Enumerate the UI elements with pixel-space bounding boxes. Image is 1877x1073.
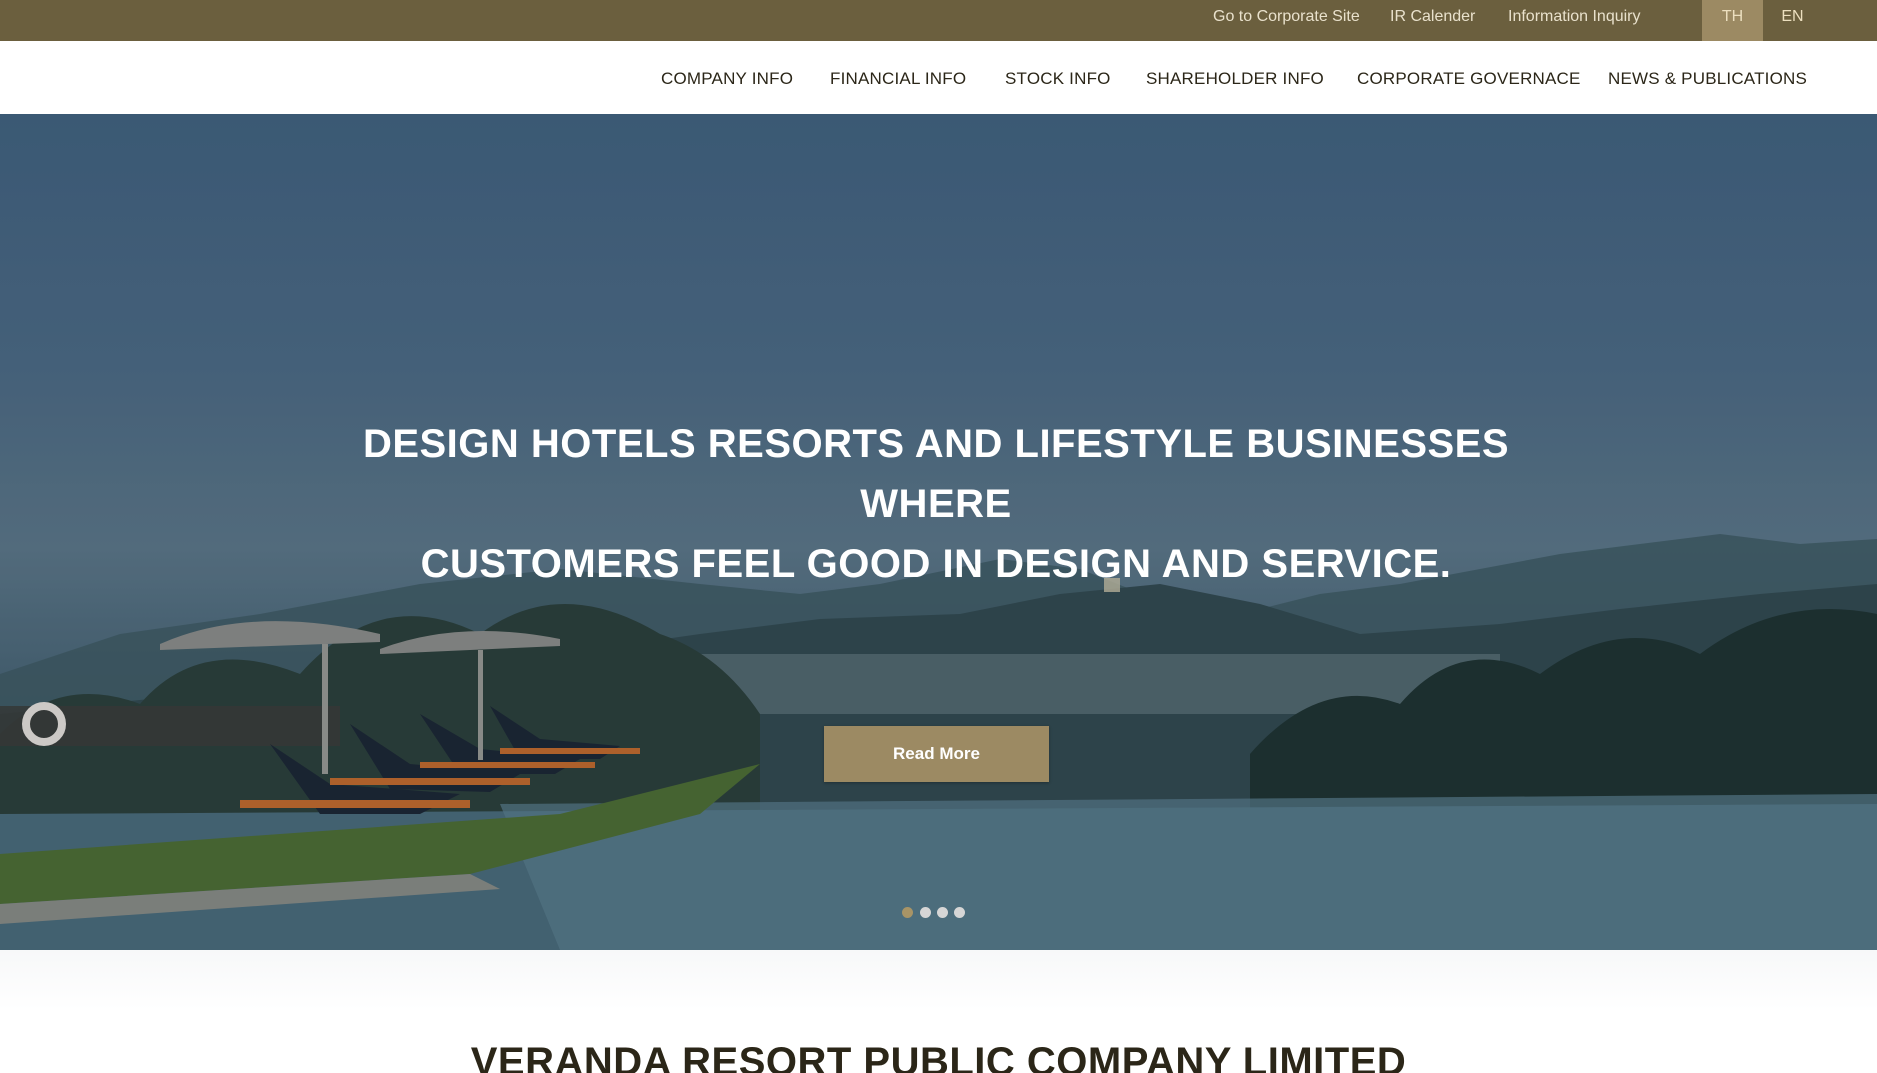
- nav-shareholder-info[interactable]: SHAREHOLDER INFO: [1146, 41, 1324, 114]
- slider-dot-3[interactable]: [937, 907, 948, 918]
- main-navigation: COMPANY INFO FINANCIAL INFO STOCK INFO S…: [0, 41, 1877, 114]
- language-en-button[interactable]: EN: [1762, 0, 1823, 41]
- information-inquiry-link[interactable]: Information Inquiry: [1508, 0, 1641, 41]
- top-utility-bar: Go to Corporate Site IR Calender Informa…: [0, 0, 1877, 41]
- hero-slider: DESIGN HOTELS RESORTS AND LIFESTYLE BUSI…: [0, 114, 1877, 950]
- hero-headline: DESIGN HOTELS RESORTS AND LIFESTYLE BUSI…: [288, 414, 1584, 594]
- corporate-site-link[interactable]: Go to Corporate Site: [1213, 0, 1360, 41]
- nav-corporate-governance[interactable]: CORPORATE GOVERNACE: [1357, 41, 1581, 114]
- hero-headline-line-1: DESIGN HOTELS RESORTS AND LIFESTYLE BUSI…: [362, 422, 1510, 526]
- slider-dot-2[interactable]: [920, 907, 931, 918]
- nav-financial-info[interactable]: FINANCIAL INFO: [830, 41, 966, 114]
- hero-headline-line-2: CUSTOMERS FEEL GOOD IN DESIGN AND SERVIC…: [420, 542, 1452, 586]
- section-divider: [0, 950, 1877, 1010]
- nav-news-publications[interactable]: NEWS & PUBLICATIONS: [1608, 41, 1807, 114]
- read-more-button[interactable]: Read More: [824, 726, 1049, 782]
- company-title: VERANDA RESORT PUBLIC COMPANY LIMITED: [470, 1040, 1407, 1073]
- language-th-button[interactable]: TH: [1702, 0, 1763, 41]
- slider-dot-4[interactable]: [954, 907, 965, 918]
- slider-dot-1[interactable]: [902, 907, 913, 918]
- ir-calendar-link[interactable]: IR Calender: [1390, 0, 1475, 41]
- nav-company-info[interactable]: COMPANY INFO: [661, 41, 793, 114]
- nav-stock-info[interactable]: STOCK INFO: [1005, 41, 1111, 114]
